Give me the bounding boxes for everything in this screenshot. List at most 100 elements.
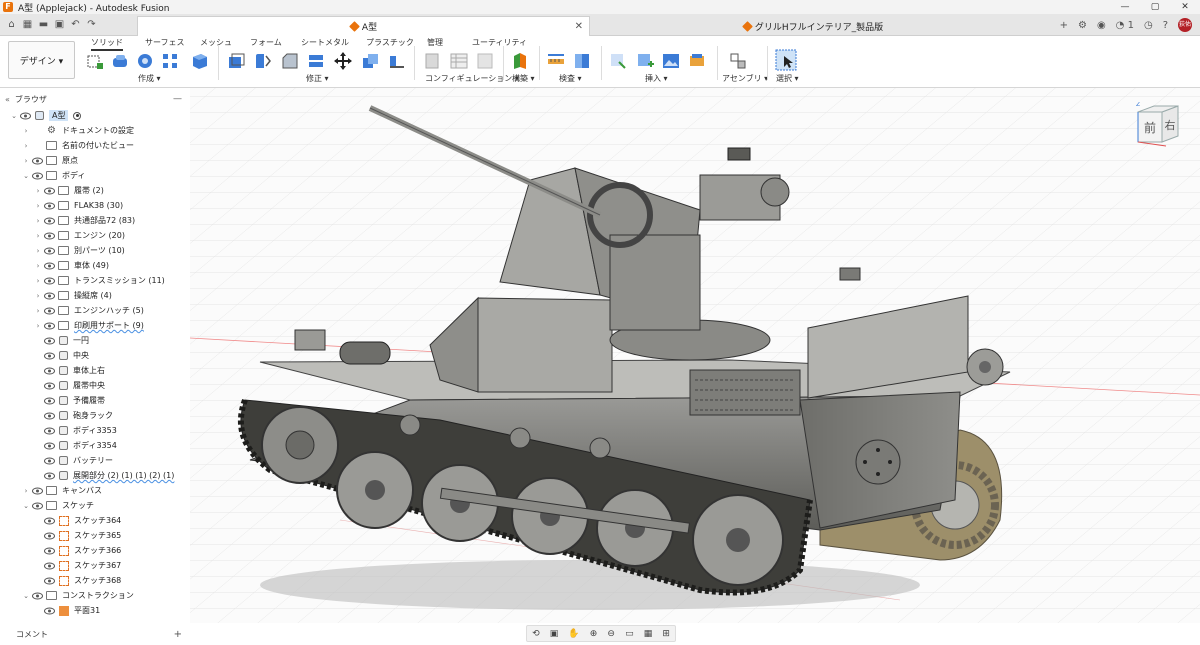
configuration-icon[interactable] [424, 52, 442, 70]
expand-arrow-icon[interactable]: › [22, 142, 30, 150]
expand-arrow-icon[interactable]: › [34, 202, 42, 210]
configuration-table-icon[interactable] [450, 52, 468, 70]
tab-inactive-document[interactable]: グリルHフルインテリア_製品版 [594, 16, 1032, 36]
tree-item[interactable]: › トランスミッション (11) [34, 273, 165, 288]
visibility-eye-icon[interactable] [44, 262, 55, 270]
close-tab-icon[interactable]: ✕ [575, 21, 583, 32]
visibility-eye-icon[interactable] [44, 412, 55, 420]
file-icon[interactable]: ▬ [38, 19, 49, 30]
expand-arrow-icon[interactable]: › [34, 292, 42, 300]
visibility-eye-icon[interactable] [32, 592, 43, 600]
look-at-icon[interactable]: ▣ [550, 629, 559, 639]
visibility-eye-icon[interactable] [44, 202, 55, 210]
tree-item-label[interactable]: キャンバス [62, 485, 102, 496]
grid-settings-icon[interactable]: ▦ [644, 629, 653, 639]
tree-item-label[interactable]: スケッチ364 [74, 515, 121, 526]
select-group-label[interactable]: 選択 ▾ [776, 73, 799, 84]
construct-group-label[interactable]: 構築 ▾ [512, 73, 535, 84]
move-icon[interactable] [334, 52, 352, 70]
visibility-eye-icon[interactable] [32, 487, 43, 495]
tree-item[interactable]: ⌄ ボディ [22, 168, 85, 183]
tree-item[interactable]: スケッチ364 [34, 513, 121, 528]
visibility-eye-icon[interactable] [44, 532, 55, 540]
tree-item[interactable]: › 印刷用サポート (9) [34, 318, 144, 333]
tab-mesh[interactable]: メッシュ [200, 37, 232, 48]
visibility-eye-icon[interactable] [44, 397, 55, 405]
add-comment-button[interactable]: + [174, 629, 182, 640]
configuration-group-label[interactable]: コンフィギュレーション ▾ [425, 73, 519, 84]
fillet-icon[interactable] [254, 52, 272, 70]
expand-arrow-icon[interactable]: › [22, 157, 30, 165]
visibility-eye-icon[interactable] [44, 307, 55, 315]
home-icon[interactable]: ⌂ [6, 19, 17, 30]
tree-item-label[interactable]: 原点 [62, 155, 78, 166]
section-analysis-icon[interactable] [573, 52, 591, 70]
help-icon[interactable]: ? [1163, 20, 1168, 31]
tree-item-label[interactable]: エンジン (20) [74, 230, 125, 241]
tree-item[interactable]: › 名前の付いたビュー [22, 138, 134, 153]
visibility-eye-icon[interactable] [44, 577, 55, 585]
tree-item[interactable]: 中央 [34, 348, 89, 363]
tree-item[interactable]: ⌄ コンストラクション [22, 588, 134, 603]
tab-sheet-metal[interactable]: シートメタル [301, 37, 349, 48]
tree-root[interactable]: ⌄ A型 [10, 108, 82, 123]
tree-item[interactable]: › エンジンハッチ (5) [34, 303, 144, 318]
tree-item-label[interactable]: スケッチ366 [74, 545, 121, 556]
inspect-group-label[interactable]: 検査 ▾ [559, 73, 582, 84]
tree-item-label[interactable]: 履帯中央 [73, 380, 105, 391]
notifications-icon[interactable]: ◷ [1144, 20, 1153, 31]
tree-item-label[interactable]: 別パーツ (10) [74, 245, 125, 256]
tree-item-label[interactable]: 車体上右 [73, 365, 105, 376]
avatar[interactable]: 荻佑 [1178, 18, 1192, 32]
redo-icon[interactable]: ↷ [86, 19, 97, 30]
visibility-eye-icon[interactable] [32, 172, 43, 180]
tree-item[interactable]: › 車体 (49) [34, 258, 109, 273]
display-settings-icon[interactable]: ▭ [625, 629, 634, 639]
visibility-eye-icon[interactable] [44, 367, 55, 375]
tree-item[interactable]: › エンジン (20) [34, 228, 125, 243]
modify-group-label[interactable]: 修正 ▾ [306, 73, 329, 84]
visibility-eye-icon[interactable] [44, 292, 55, 300]
tree-item-label[interactable]: ボディ3354 [73, 440, 117, 451]
tree-item[interactable]: › ⚙ ドキュメントの設定 [22, 123, 134, 138]
expand-arrow-icon[interactable]: › [34, 217, 42, 225]
tree-item-label[interactable]: 操縦席 (4) [74, 290, 112, 301]
tree-item[interactable]: › 操縦席 (4) [34, 288, 112, 303]
assemble-joint-icon[interactable] [729, 52, 747, 70]
tab-utilities[interactable]: ユーティリティ [472, 37, 527, 48]
tree-item[interactable]: 展開部分 (2) (1) (1) (2) (1) [34, 468, 174, 483]
assemble-group-label[interactable]: アセンブリ ▾ [722, 73, 768, 84]
tree-item[interactable]: スケッチ368 [34, 573, 121, 588]
create-group-label[interactable]: 作成 ▾ [138, 73, 161, 84]
tree-item[interactable]: スケッチ366 [34, 543, 121, 558]
expand-arrow-icon[interactable]: › [34, 187, 42, 195]
collapse-browser-icon[interactable]: « [5, 95, 10, 104]
tree-item-label[interactable]: ドキュメントの設定 [62, 125, 134, 136]
zoom-fit-icon[interactable]: ⊕ [590, 629, 598, 639]
visibility-eye-icon[interactable] [44, 607, 55, 615]
collapse-arrow-icon[interactable]: ⌄ [22, 502, 30, 510]
pattern-icon[interactable] [161, 52, 179, 70]
visibility-eye-icon[interactable] [32, 142, 43, 150]
tank-model-render[interactable] [190, 88, 1200, 623]
tree-item[interactable]: ボディ3354 [34, 438, 117, 453]
expand-arrow-icon[interactable]: › [22, 127, 30, 135]
viewcube-right-face[interactable]: 右 [1165, 118, 1176, 132]
tree-item-label[interactable]: FLAK38 (30) [74, 201, 123, 210]
tree-item-label[interactable]: コンストラクション [62, 590, 134, 601]
visibility-eye-icon[interactable] [32, 502, 43, 510]
tree-item-label[interactable]: スケッチ [62, 500, 94, 511]
tree-item[interactable]: 一円 [34, 333, 89, 348]
combine-icon[interactable] [361, 52, 379, 70]
insert-canvas-icon[interactable] [662, 52, 680, 70]
visibility-eye-icon[interactable] [44, 187, 55, 195]
chamfer-icon[interactable] [281, 52, 299, 70]
activate-radio-icon[interactable] [73, 111, 82, 120]
orbit-icon[interactable]: ⟲ [532, 629, 540, 639]
visibility-eye-icon[interactable] [44, 232, 55, 240]
extensions-icon[interactable]: ⚙ [1078, 20, 1087, 31]
tree-item[interactable]: › 原点 [22, 153, 78, 168]
tree-item[interactable]: › 共通部品72 (83) [34, 213, 135, 228]
expand-arrow-icon[interactable]: › [34, 232, 42, 240]
job-status-icon[interactable]: ◔ 1 [1116, 20, 1134, 31]
